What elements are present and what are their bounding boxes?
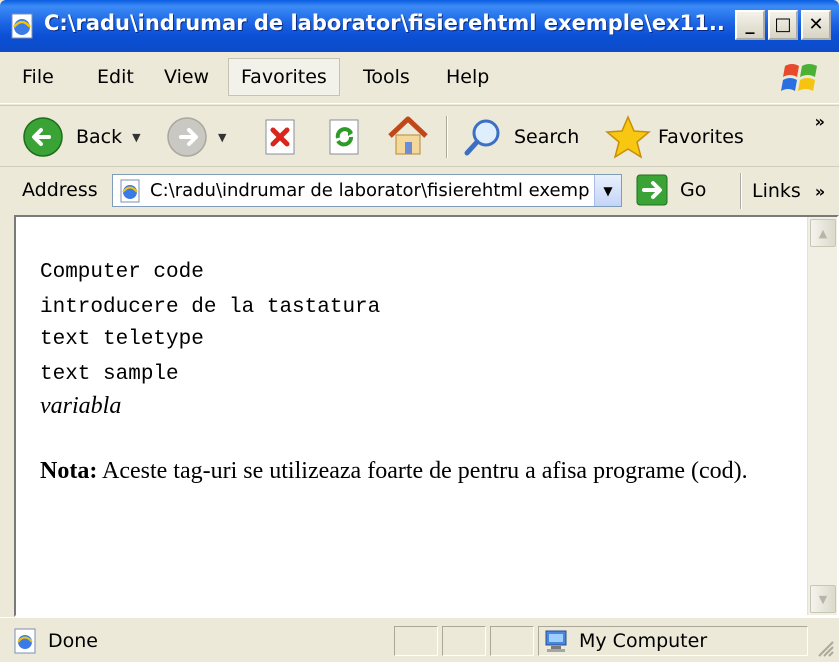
close-button[interactable]: ✕ bbox=[801, 10, 831, 40]
home-button[interactable] bbox=[384, 114, 432, 158]
status-panel bbox=[442, 626, 486, 656]
status-text-area: Done bbox=[12, 628, 98, 654]
close-icon: ✕ bbox=[808, 14, 824, 35]
note-paragraph: Nota: Aceste tag-uri se utilizeaza foart… bbox=[40, 453, 760, 489]
search-button[interactable]: Search bbox=[462, 116, 579, 158]
window-title: C:\radu\indrumar de laborator\fisierehtm… bbox=[44, 11, 724, 35]
variable-text: variabla bbox=[40, 393, 122, 419]
menu-help[interactable]: Help bbox=[446, 66, 489, 88]
page-content: Computer code introducere de la tastatur… bbox=[40, 257, 780, 489]
arrow-down-icon: ▼ bbox=[818, 592, 828, 606]
page-viewport: Computer code introducere de la tastatur… bbox=[14, 215, 839, 617]
stop-icon bbox=[265, 119, 295, 155]
arrow-up-icon: ▲ bbox=[818, 226, 828, 240]
address-url: C:\radu\indrumar de laborator\fisierehtm… bbox=[150, 180, 590, 201]
search-label: Search bbox=[514, 126, 580, 148]
menu-view[interactable]: View bbox=[164, 66, 209, 88]
scroll-up-button[interactable]: ▲ bbox=[810, 219, 836, 247]
status-panel bbox=[490, 626, 534, 656]
menu-file[interactable]: File bbox=[22, 66, 54, 88]
refresh-icon bbox=[329, 119, 359, 155]
address-label: Address bbox=[22, 179, 98, 201]
forward-arrow-icon bbox=[167, 117, 207, 157]
go-arrow-icon bbox=[636, 174, 668, 206]
kbd-text: introducere de la tastatura bbox=[40, 296, 381, 319]
forward-dropdown-icon[interactable]: ▼ bbox=[218, 131, 226, 144]
status-text: Done bbox=[48, 630, 98, 652]
note-text: Aceste tag-uri se utilizeaza foarte de p… bbox=[97, 458, 748, 484]
back-button[interactable]: Back ▼ bbox=[22, 116, 141, 158]
maximize-button[interactable]: □ bbox=[768, 10, 798, 40]
ie-page-icon bbox=[14, 628, 36, 654]
back-dropdown-icon[interactable]: ▼ bbox=[132, 131, 140, 144]
menu-favorites[interactable]: Favorites bbox=[228, 58, 340, 96]
ie-page-icon bbox=[120, 179, 140, 202]
home-icon bbox=[388, 116, 428, 155]
menu-edit[interactable]: Edit bbox=[97, 66, 134, 88]
search-icon bbox=[464, 119, 500, 156]
chevron-down-icon: ▼ bbox=[603, 183, 613, 198]
stop-button[interactable] bbox=[262, 118, 300, 156]
toolbar-overflow-chevron-icon[interactable]: » bbox=[815, 112, 825, 131]
links-overflow-chevron-icon[interactable]: » bbox=[815, 182, 825, 201]
address-bar: Address C:\radu\indrumar de laborator\fi… bbox=[0, 166, 839, 212]
menu-bar: File Edit View Favorites Tools Help bbox=[0, 52, 839, 104]
links-toolbar[interactable]: Links » bbox=[740, 173, 825, 209]
note-label: Nota: bbox=[40, 458, 98, 484]
sample-text: text sample bbox=[40, 363, 179, 386]
windows-logo-icon bbox=[781, 64, 817, 91]
menu-tools[interactable]: Tools bbox=[363, 66, 410, 88]
go-button[interactable]: Go bbox=[636, 174, 706, 206]
favorites-button[interactable]: Favorites bbox=[604, 114, 744, 160]
forward-button[interactable]: ▼ bbox=[166, 116, 226, 158]
address-input[interactable]: C:\radu\indrumar de laborator\fisierehtm… bbox=[112, 174, 622, 207]
maximize-icon: □ bbox=[774, 14, 792, 35]
security-zone: My Computer bbox=[543, 628, 707, 654]
toolbar-separator bbox=[446, 116, 448, 158]
status-panel bbox=[394, 626, 438, 656]
teletype-text: text teletype bbox=[40, 328, 204, 351]
scroll-down-button[interactable]: ▼ bbox=[810, 585, 836, 613]
favorites-label: Favorites bbox=[658, 126, 744, 148]
resize-grip-icon[interactable] bbox=[813, 636, 835, 658]
back-label: Back bbox=[76, 126, 123, 148]
links-label: Links bbox=[752, 180, 801, 202]
zone-label: My Computer bbox=[579, 630, 708, 652]
status-bar: Done My Computer bbox=[0, 617, 839, 662]
star-icon bbox=[605, 115, 651, 159]
ie-page-icon bbox=[11, 13, 33, 39]
refresh-button[interactable] bbox=[326, 118, 364, 156]
vertical-scrollbar[interactable]: ▲ ▼ bbox=[807, 217, 837, 615]
address-dropdown-button[interactable]: ▼ bbox=[594, 175, 621, 206]
go-label: Go bbox=[680, 179, 707, 201]
code-text: Computer code bbox=[40, 261, 204, 284]
minimize-icon: _ bbox=[745, 14, 755, 35]
computer-icon bbox=[545, 630, 567, 652]
minimize-button[interactable]: _ bbox=[735, 10, 765, 40]
standard-toolbar: Back ▼ ▼ Search Favorites » bbox=[0, 105, 839, 165]
title-bar[interactable]: C:\radu\indrumar de laborator\fisierehtm… bbox=[0, 0, 839, 52]
back-arrow-icon bbox=[23, 117, 63, 157]
